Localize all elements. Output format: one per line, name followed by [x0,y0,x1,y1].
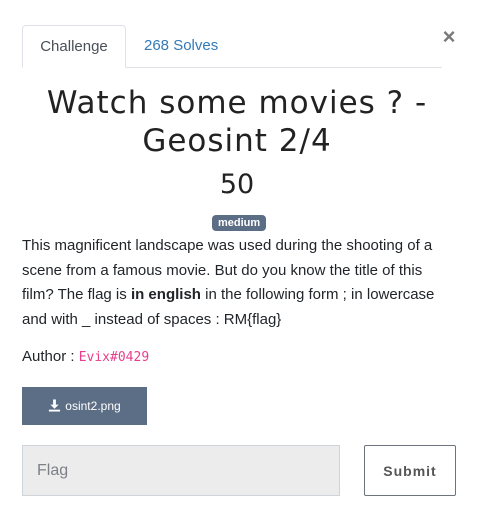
tab-solves[interactable]: 268 Solves [128,25,234,66]
challenge-modal: Challenge 268 Solves × Watch some movies… [0,0,477,528]
flag-input[interactable] [22,445,340,496]
author-label: Author : [22,348,79,365]
tab-challenge[interactable]: Challenge [22,25,126,68]
close-icon[interactable]: × [440,26,458,48]
submit-button[interactable]: Submit [364,445,456,496]
file-name: osint2.png [65,399,121,413]
description-bold: in english [130,286,201,303]
challenge-description: This magnificent landscape was used duri… [22,234,452,332]
download-file-button[interactable]: osint2.png [22,387,147,425]
challenge-value: 50 [219,169,255,200]
download-icon [49,399,61,412]
challenge-title: Watch some movies ? - Geosint 2/4 [46,85,428,159]
author-line: Author : Evix#0429 [22,347,149,368]
difficulty-badge: medium [212,215,267,231]
author-name: Evix#0429 [78,350,150,365]
tab-bar: Challenge 268 Solves [22,25,442,68]
